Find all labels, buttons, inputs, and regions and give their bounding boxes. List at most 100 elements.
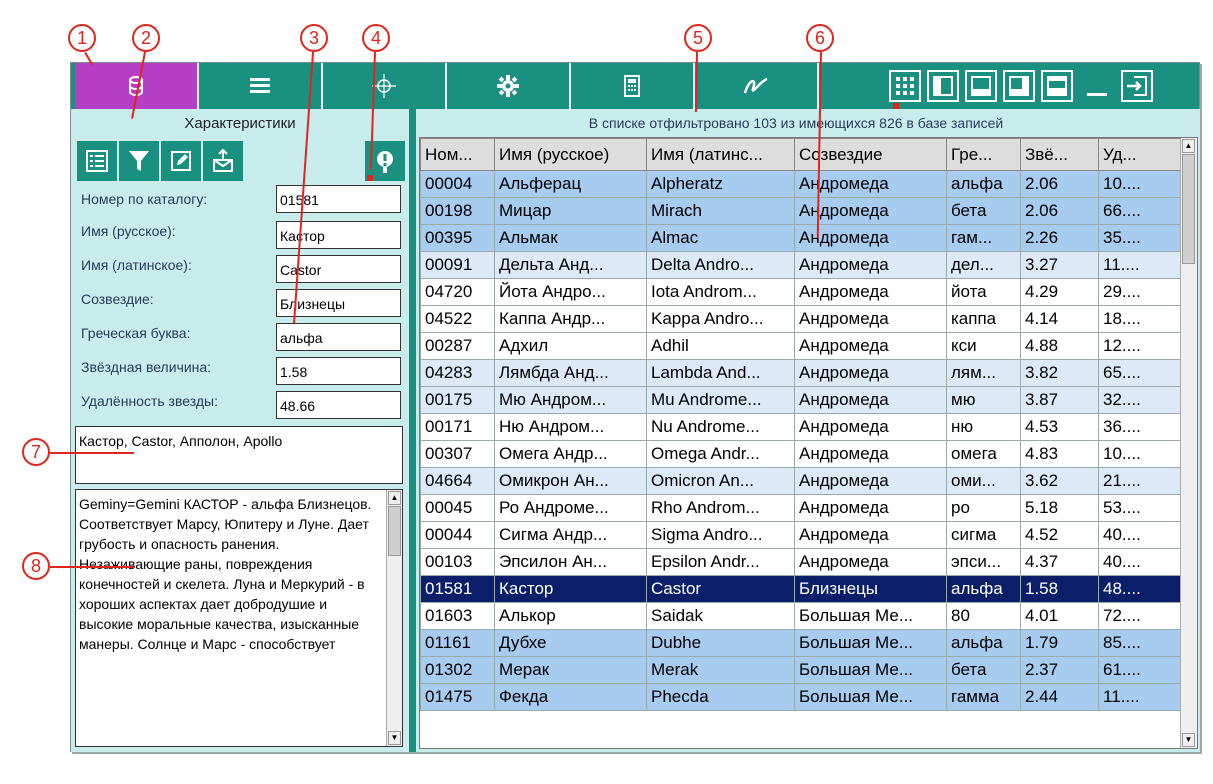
toolbar-calculator-button[interactable] [571,63,695,109]
cell-number: 04522 [420,305,495,333]
cell-greek-letter: ро [946,494,1021,522]
toolbar-signature-button[interactable] [695,63,819,109]
cell-latin-name: Kappa Andro... [646,305,795,333]
table-row[interactable]: 01475 Фекда Phecda Большая Ме... гамма 2.44 11… [420,683,1181,711]
layout-bottom-button[interactable] [965,70,997,102]
cell-russian-name: Дубхе [494,629,647,657]
description-box[interactable]: Geminy=Gemini КАСТОР - альфа Близнецов. … [75,489,403,747]
layout-right-button[interactable] [1003,70,1035,102]
callout-1: 1 [68,24,96,52]
table-header-row: Ном... Имя (русское) Имя (латинс... Созв… [420,138,1181,171]
cell-number: 04283 [420,359,495,387]
cell-latin-name: Omega Andr... [646,440,795,468]
scroll-down-arrow[interactable]: ▼ [388,731,401,745]
table-row[interactable]: 04283 Лямбда Анд... Lambda And... Андромеда… [420,359,1181,387]
table-row[interactable]: 00175 Мю Андром... Mu Androme... Андромеда м… [420,386,1181,414]
cell-greek-letter: бета [946,197,1021,225]
cell-constellation: Андромеда [794,413,947,441]
cell-greek-letter: омега [946,440,1021,468]
table-row[interactable]: 01302 Мерак Merak Большая Ме... бета 2.37 61..… [420,656,1181,684]
cell-constellation: Андромеда [794,521,947,549]
scroll-up-arrow[interactable]: ▲ [1182,139,1195,153]
greek-letter-field[interactable]: альфа [276,323,401,351]
table-row[interactable]: 04720 Йота Андро... Iota Androm... Андромед… [420,278,1181,306]
export-button[interactable] [203,141,243,181]
cell-latin-name: Nu Androme... [646,413,795,441]
table-scrollbar[interactable]: ▲ ▼ [1180,138,1197,748]
table-row[interactable]: 01603 Алькор Saidak Большая Ме... 80 4.01 72..… [420,602,1181,630]
column-header-distance[interactable]: Уд... [1098,138,1181,171]
description-text: Geminy=Gemini КАСТОР - альфа Близнецов. … [79,496,372,652]
table-row[interactable]: 04522 Каппа Андр... Kappa Andro... Андромед… [420,305,1181,333]
layout-left-button[interactable] [927,70,959,102]
column-header-magnitude[interactable]: Звё... [1020,138,1099,171]
column-header-constellation[interactable]: Созвездие [794,138,947,171]
table-row[interactable]: 00198 Мицар Mirach Андромеда бета 2.06 66.... [420,197,1181,225]
edit-button[interactable] [161,141,201,181]
magnitude-field[interactable]: 1.58 [276,357,401,385]
table-row[interactable]: 01161 Дубхе Dubhe Большая Ме... альфа 1.79 85.… [420,629,1181,657]
cell-greek-letter: гамма [946,683,1021,711]
callout-6: 6 [806,24,834,52]
layout-right-icon [1009,76,1029,96]
latin-name-label: Имя (латинское): [81,257,192,273]
column-header-greek-letter[interactable]: Гре... [946,138,1021,171]
cell-russian-name: Сигма Андр... [494,521,647,549]
cell-greek-letter: альфа [946,629,1021,657]
cell-russian-name: Омега Андр... [494,440,647,468]
scroll-down-arrow[interactable]: ▼ [1182,733,1195,747]
table-row[interactable]: 00395 Альмак Almac Андромеда гам... 2.26 35...… [420,224,1181,252]
cell-latin-name: Adhil [646,332,795,360]
column-header-russian-name[interactable]: Имя (русское) [494,138,647,171]
layout-top-button[interactable] [1041,70,1073,102]
toolbar-target-button[interactable] [323,63,447,109]
callout-4-marker [367,175,373,181]
cell-number: 01603 [420,602,495,630]
cell-russian-name: Эпсилон Ан... [494,548,647,576]
cell-distance: 10.... [1098,440,1181,468]
scroll-thumb[interactable] [388,506,401,556]
cell-greek-letter: гам... [946,224,1021,252]
table-row[interactable]: 00307 Омега Андр... Omega Andr... Андромеда… [420,440,1181,468]
filter-button[interactable] [119,141,159,181]
table-row[interactable]: 00004 Альферац Alpheratz Андромеда альфа 2.06… [420,170,1181,198]
table-row-selected[interactable]: 01581 Кастор Castor Близнецы альфа 1.58 48.... [420,575,1181,603]
column-header-number[interactable]: Ном... [420,138,495,171]
latin-name-field[interactable]: Castor [276,255,401,283]
toolbar-settings-button[interactable] [447,63,571,109]
column-header-latin-name[interactable]: Имя (латинс... [646,138,795,171]
cell-latin-name: Merak [646,656,795,684]
exit-button[interactable] [1121,70,1153,102]
cell-magnitude: 4.88 [1020,332,1099,360]
cell-constellation: Андромеда [794,251,947,279]
cell-latin-name: Rho Androm... [646,494,795,522]
cell-distance: 53.... [1098,494,1181,522]
cell-latin-name: Lambda And... [646,359,795,387]
list-view-button[interactable] [77,141,117,181]
cell-latin-name: Phecda [646,683,795,711]
cell-latin-name: Delta Andro... [646,251,795,279]
table-row[interactable]: 00045 Ро Андроме... Rho Androm... Андромеда… [420,494,1181,522]
scroll-up-arrow[interactable]: ▲ [388,491,401,505]
toolbar-list-button[interactable] [199,63,323,109]
cell-latin-name: Castor [646,575,795,603]
catalog-number-field[interactable]: 01581 [276,185,401,213]
table-row[interactable]: 00103 Эпсилон Ан... Epsilon Andr... Андроме… [420,548,1181,576]
cell-greek-letter: бета [946,656,1021,684]
description-scrollbar[interactable]: ▲ ▼ [386,490,402,746]
minimize-button[interactable] [1081,70,1113,102]
alternative-names-field[interactable]: Кастор, Castor, Апполон, Apollo [75,426,403,484]
table-row[interactable]: 00091 Дельта Анд... Delta Andro... Андромед… [420,251,1181,279]
table-row[interactable]: 00044 Сигма Андр... Sigma Andro... Андромед… [420,521,1181,549]
table-row[interactable]: 00287 Адхил Adhil Андромеда кси 4.88 12.... [420,332,1181,360]
cell-russian-name: Мицар [494,197,647,225]
crosshair-icon [372,74,396,98]
russian-name-field[interactable]: Кастор [276,221,401,249]
table-row[interactable]: 04664 Омикрон Ан... Omicron An... Андромеда… [420,467,1181,495]
panel-splitter[interactable] [409,109,416,752]
grid-view-button[interactable] [889,70,921,102]
distance-field[interactable]: 48.66 [276,391,401,419]
cell-distance: 48.... [1098,575,1181,603]
table-row[interactable]: 00171 Ню Андром... Nu Androme... Андромеда н… [420,413,1181,441]
scroll-thumb[interactable] [1182,154,1195,264]
